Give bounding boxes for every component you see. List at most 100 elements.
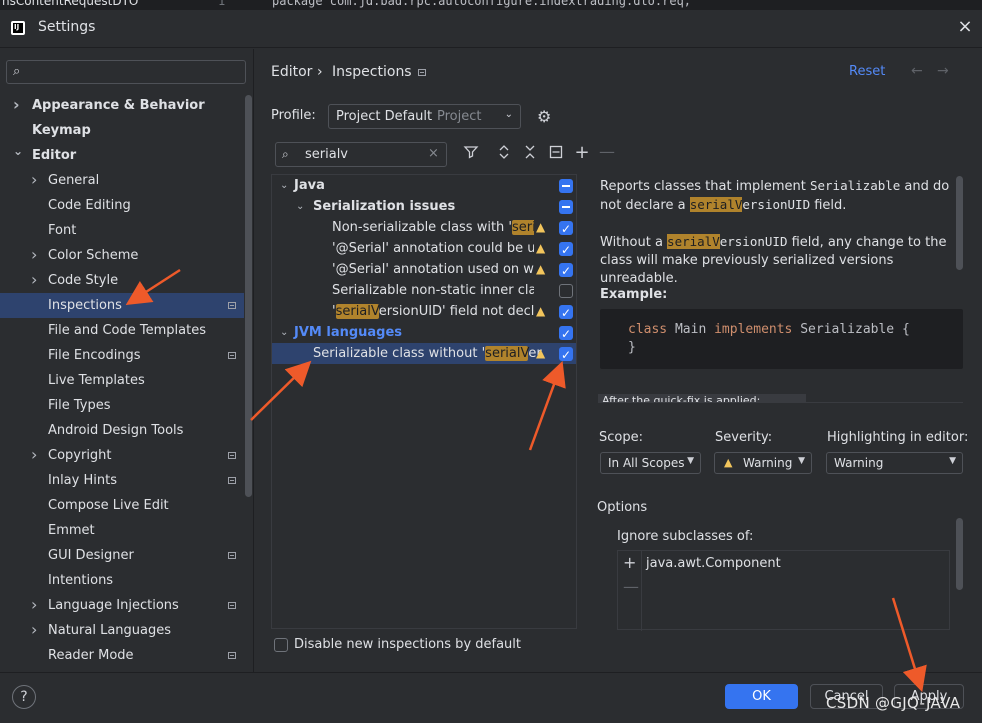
sidebar-item-editor[interactable]: ⌄ Editor: [0, 143, 244, 168]
sidebar-item-emmet[interactable]: Emmet: [0, 518, 244, 543]
warning-icon: ▲: [536, 241, 546, 255]
highlighting-dropdown[interactable]: Warning ▼: [826, 452, 963, 474]
sidebar-item-label: Editor: [32, 148, 77, 163]
inspection-item[interactable]: '@Serial' annotation could be us ▲: [278, 238, 576, 261]
tree-group-jvm-languages[interactable]: ⌄ JVM languages: [278, 322, 576, 345]
search-icon: ⌕: [282, 147, 289, 161]
java-group-checkbox[interactable]: [559, 179, 573, 193]
reset-link[interactable]: Reset: [849, 64, 885, 79]
filter-icon[interactable]: [462, 144, 480, 164]
sidebar-scrollbar[interactable]: [245, 95, 252, 497]
project-config-icon: [228, 452, 236, 459]
tree-item-selected[interactable]: Serializable class without 'serialVer ▲: [272, 343, 576, 366]
chevron-down-icon[interactable]: ⌄: [280, 175, 288, 196]
chevron-down-icon: ▼: [949, 456, 956, 466]
sidebar-item-appearance-behavior[interactable]: › Appearance & Behavior: [0, 93, 244, 118]
sidebar-item-label: File and Code Templates: [48, 323, 206, 338]
project-config-icon: [228, 477, 236, 484]
settings-search-box[interactable]: ⌕: [6, 60, 246, 84]
sidebar-item-general[interactable]: › General: [0, 168, 244, 193]
jvm-item-checkbox[interactable]: [559, 345, 573, 366]
serialization-group-checkbox[interactable]: [559, 200, 573, 214]
warning-icon: ▲: [536, 304, 546, 318]
clear-icon[interactable]: ×: [428, 146, 439, 161]
chevron-right-icon[interactable]: ›: [31, 592, 37, 617]
inspection-item[interactable]: Serializable non-static inner clas: [278, 280, 576, 301]
close-icon[interactable]: ×: [956, 18, 974, 36]
profile-label: Profile:: [271, 108, 316, 123]
options-scrollbar[interactable]: [956, 518, 963, 590]
inspection-checkbox[interactable]: [559, 240, 573, 261]
window-title: Settings: [38, 19, 96, 35]
severity-dropdown[interactable]: ▲ Warning ▼: [714, 452, 812, 474]
sidebar-item-file-encodings[interactable]: File Encodings: [0, 343, 244, 368]
project-config-icon: [228, 652, 236, 659]
chevron-right-icon[interactable]: ›: [31, 267, 37, 292]
profile-dropdown[interactable]: Project Default Project ⌄: [328, 104, 521, 129]
sidebar-item-intentions[interactable]: Intentions: [0, 568, 244, 593]
chevron-right-icon[interactable]: ›: [31, 442, 37, 467]
tree-group-label: JVM languages: [294, 325, 403, 340]
jvm-group-checkbox[interactable]: [559, 324, 573, 345]
warning-icon: ▲: [724, 456, 733, 469]
sidebar-item-inspections[interactable]: Inspections: [0, 293, 244, 318]
sidebar-item-font[interactable]: Font: [0, 218, 244, 243]
inspection-checkbox[interactable]: [559, 284, 573, 298]
chevron-right-icon[interactable]: ›: [31, 167, 37, 192]
expand-all-icon[interactable]: [495, 144, 513, 164]
severity-label: Severity:: [715, 430, 773, 445]
sidebar-item-file-and-code-templates[interactable]: File and Code Templates: [0, 318, 244, 343]
inspection-item-label: 'serialVersionUID' field not decla: [332, 304, 534, 319]
inspection-checkbox[interactable]: [559, 303, 573, 324]
csdn-watermark: CSDN @GJQ-JAVA: [826, 694, 961, 712]
sidebar-item-keymap[interactable]: Keymap: [0, 118, 244, 143]
sidebar-item-language-injections[interactable]: › Language Injections: [0, 593, 244, 618]
sidebar-item-color-scheme[interactable]: › Color Scheme: [0, 243, 244, 268]
ok-button[interactable]: OK: [725, 684, 798, 709]
profile-value: Project Default: [336, 109, 433, 124]
sidebar-item-compose-live-edit[interactable]: Compose Live Edit: [0, 493, 244, 518]
add-icon[interactable]: +: [623, 553, 636, 572]
sidebar-item-reader-mode[interactable]: Reader Mode: [0, 643, 244, 668]
description-scrollbar[interactable]: [956, 176, 963, 270]
scope-dropdown[interactable]: In All Scopes ▼: [600, 452, 701, 474]
settings-search-input[interactable]: [33, 63, 233, 81]
sidebar-item-label: Emmet: [48, 523, 95, 538]
sidebar-item-file-types[interactable]: File Types: [0, 393, 244, 418]
sidebar-item-inlay-hints[interactable]: Inlay Hints: [0, 468, 244, 493]
inspection-item[interactable]: '@Serial' annotation used on wr ▲: [278, 259, 576, 282]
sidebar-item-gui-designer[interactable]: GUI Designer: [0, 543, 244, 568]
forward-arrow-icon[interactable]: →: [937, 63, 949, 79]
disable-new-inspections-checkbox[interactable]: [274, 638, 288, 652]
tree-group-serialization-issues[interactable]: ⌄ Serialization issues: [278, 196, 576, 217]
gear-icon[interactable]: ⚙: [537, 107, 551, 126]
chevron-right-icon[interactable]: ›: [31, 617, 37, 642]
reset-to-default-icon[interactable]: [547, 144, 565, 164]
example-label: Example:: [600, 287, 668, 302]
sidebar-item-natural-languages[interactable]: › Natural Languages: [0, 618, 244, 643]
sidebar-item-label: Appearance & Behavior: [32, 98, 205, 113]
back-arrow-icon[interactable]: ←: [911, 63, 923, 79]
chevron-down-icon[interactable]: ⌄: [296, 196, 304, 217]
sidebar-item-copyright[interactable]: › Copyright: [0, 443, 244, 468]
inspection-checkbox[interactable]: [559, 219, 573, 240]
chevron-down-icon[interactable]: ⌄: [280, 322, 288, 343]
inspection-checkbox[interactable]: [559, 261, 573, 282]
collapse-all-icon[interactable]: [521, 144, 539, 164]
sidebar-item-code-style[interactable]: › Code Style: [0, 268, 244, 293]
sidebar-item-android-design-tools[interactable]: Android Design Tools: [0, 418, 244, 443]
inspection-filter-box[interactable]: ⌕ serialv ×: [275, 142, 447, 167]
inspection-item[interactable]: 'serialVersionUID' field not decla ▲: [278, 301, 576, 324]
inspection-filter-input[interactable]: serialv: [305, 147, 348, 162]
list-item[interactable]: java.awt.Component: [646, 556, 781, 571]
help-button[interactable]: ?: [12, 685, 36, 709]
tree-group-java[interactable]: ⌄ Java: [278, 175, 576, 196]
sidebar-item-code-editing[interactable]: Code Editing: [0, 193, 244, 218]
inspection-item[interactable]: Non-serializable class with 'seria▲: [278, 217, 576, 240]
sidebar-item-live-templates[interactable]: Live Templates: [0, 368, 244, 393]
chevron-down-icon[interactable]: ⌄: [13, 139, 23, 164]
breadcrumb-editor[interactable]: Editor: [271, 64, 312, 80]
chevron-right-icon[interactable]: ›: [13, 92, 20, 117]
chevron-right-icon[interactable]: ›: [31, 242, 37, 267]
add-icon[interactable]: +: [573, 142, 591, 163]
